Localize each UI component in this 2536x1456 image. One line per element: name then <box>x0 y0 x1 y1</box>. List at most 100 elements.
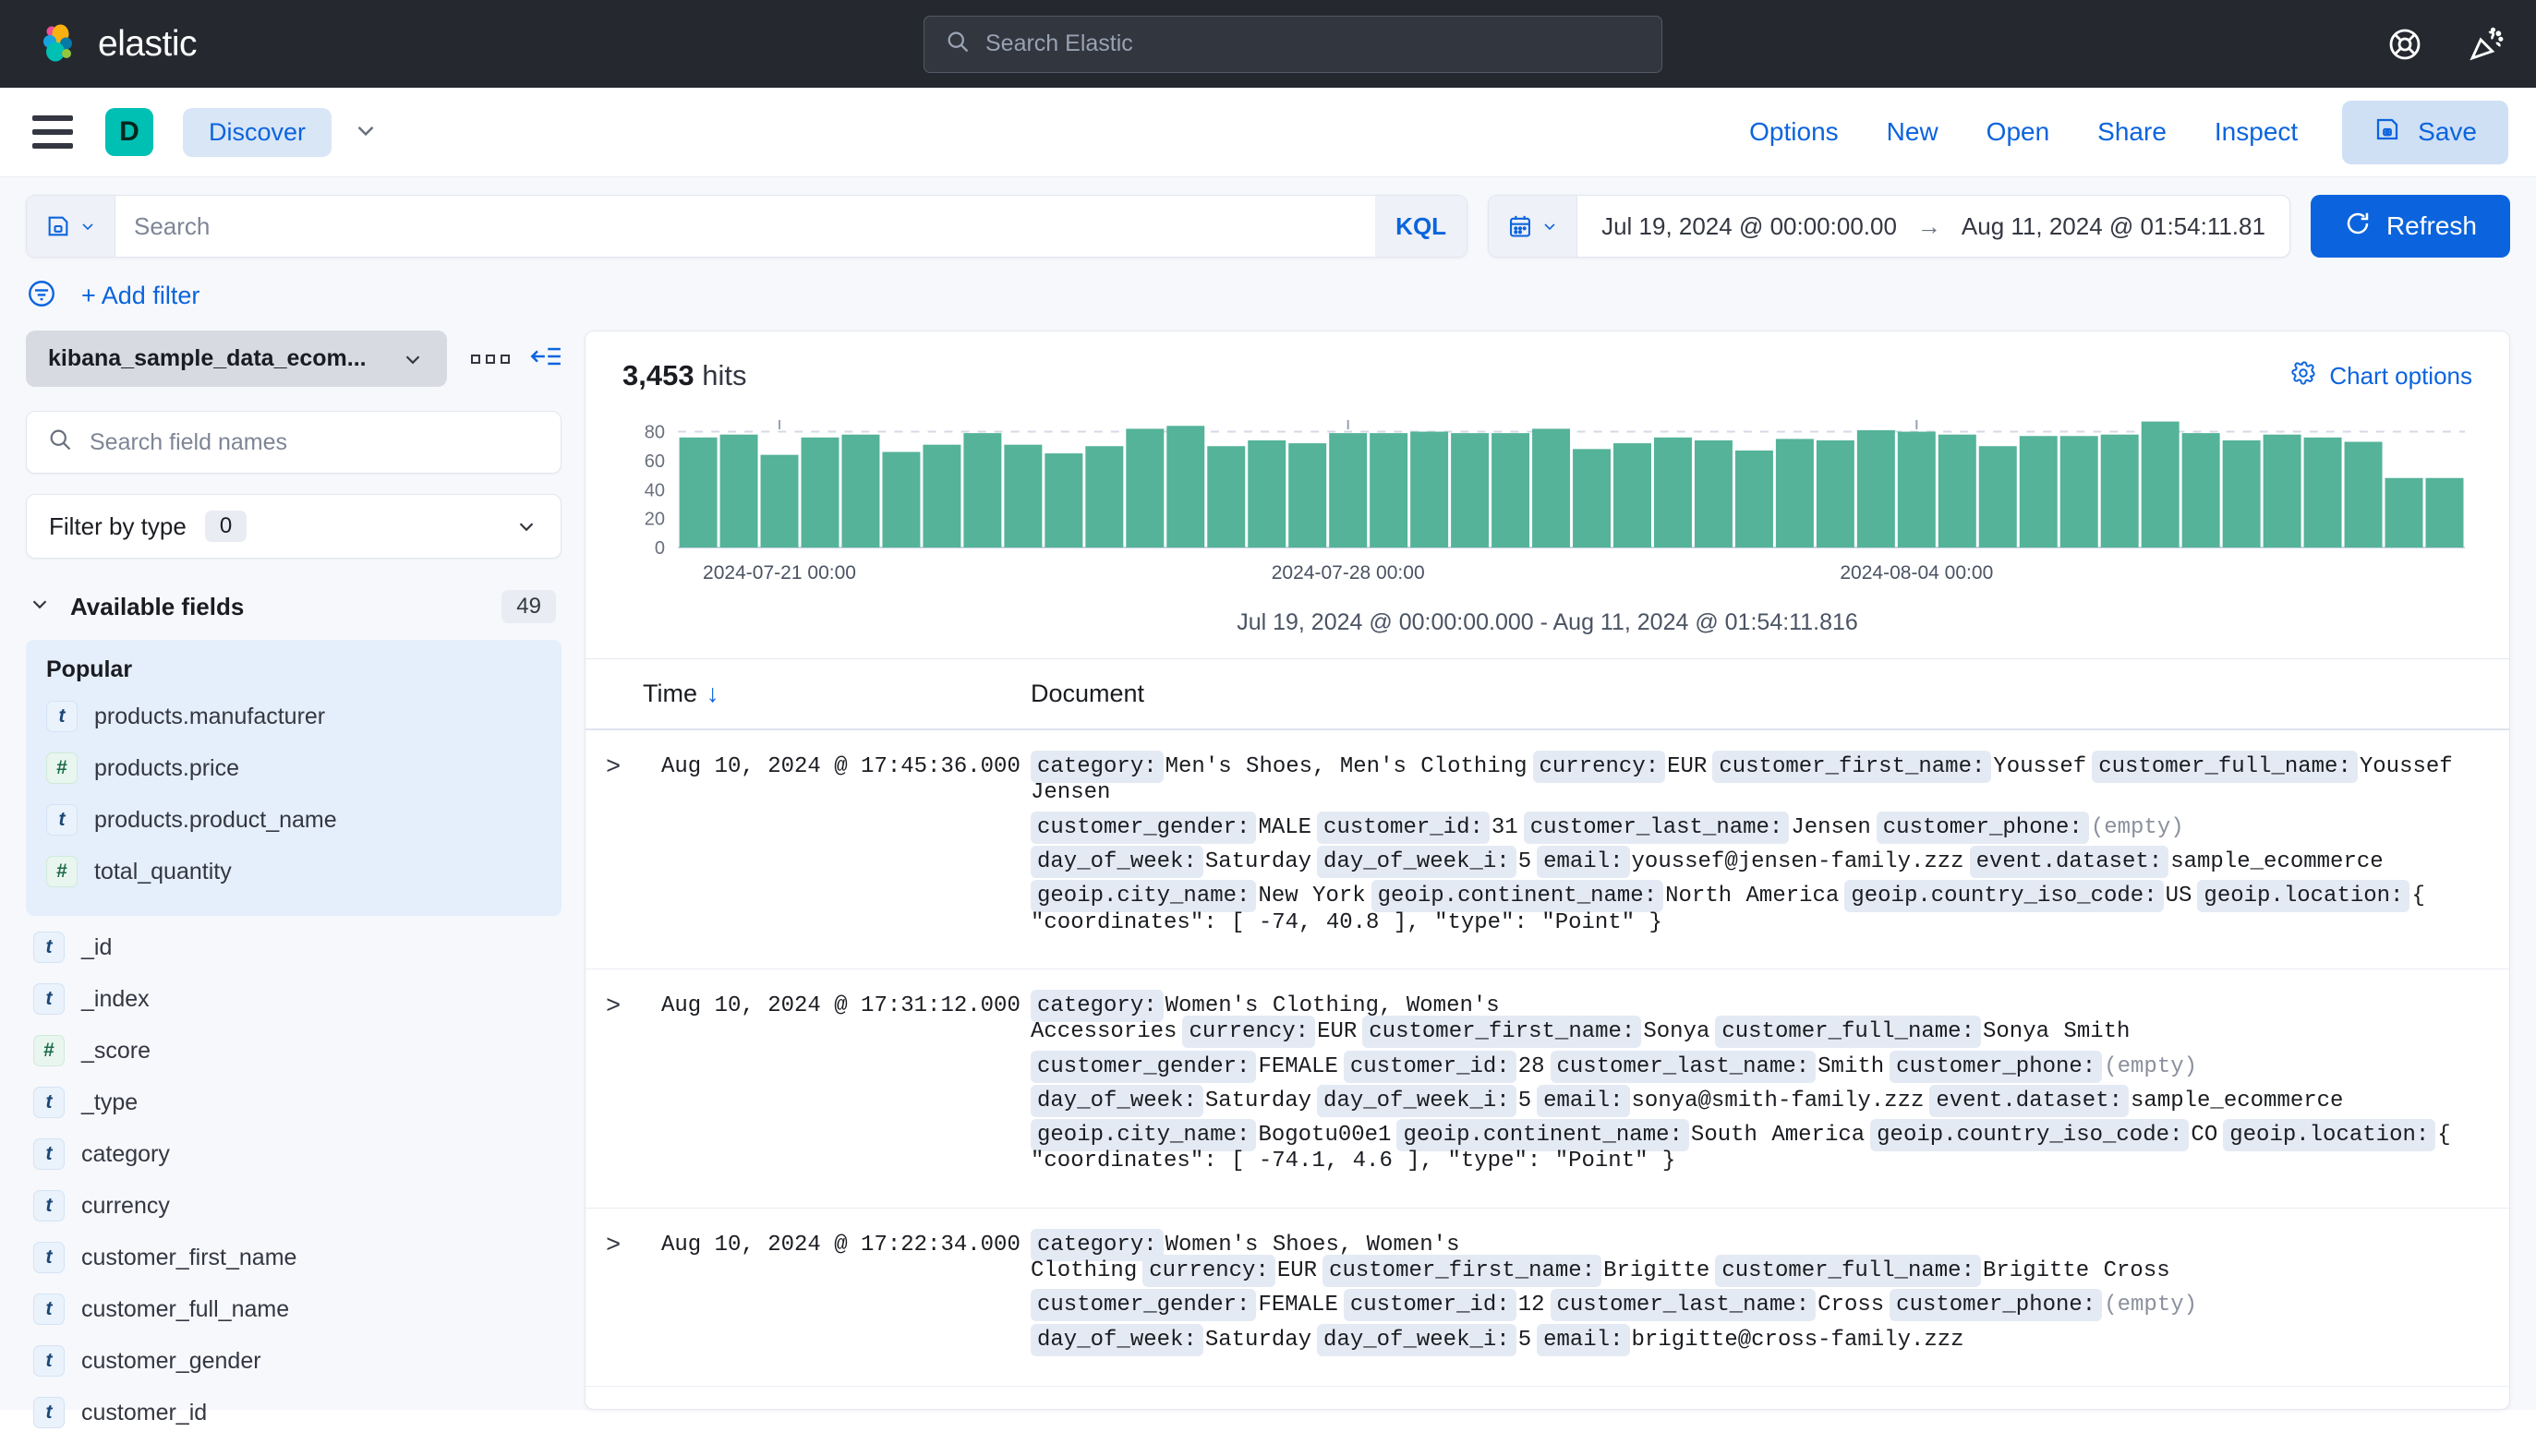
breadcrumb[interactable]: Discover <box>183 107 332 157</box>
histogram-bar[interactable] <box>2100 434 2139 548</box>
inspect-button[interactable]: Inspect <box>2191 117 2322 147</box>
histogram-bar[interactable] <box>1573 449 1612 548</box>
histogram-bar[interactable] <box>2222 439 2261 548</box>
sidebar-field-_score[interactable]: # _score <box>30 1025 558 1077</box>
menu-icon[interactable] <box>32 115 73 149</box>
index-pattern-selector[interactable]: kibana_sample_data_ecom... <box>26 331 447 387</box>
chart-options-button[interactable]: Chart options <box>2290 360 2472 392</box>
sidebar-field-customer_gender[interactable]: t customer_gender <box>30 1335 558 1387</box>
sidebar-field-_id[interactable]: t _id <box>30 921 558 973</box>
histogram-bar[interactable] <box>963 433 1002 548</box>
field-search-input[interactable]: Search field names <box>26 411 562 474</box>
histogram-bar[interactable] <box>1491 433 1530 548</box>
histogram-bar[interactable] <box>719 434 758 548</box>
histogram-chart[interactable]: 0 20 40 60 80 2024-07-21 00:00 2024-07-28 00:0… <box>586 403 2509 596</box>
histogram-bar[interactable] <box>2344 441 2383 548</box>
histogram-bar[interactable] <box>1532 428 1571 548</box>
gear-icon <box>2290 360 2316 392</box>
sidebar-field-customer_id[interactable]: t customer_id <box>30 1387 558 1438</box>
histogram-bar[interactable] <box>2019 436 2058 548</box>
sidebar-field-category[interactable]: t category <box>30 1128 558 1180</box>
brand[interactable]: elastic <box>37 23 198 66</box>
add-filter-button[interactable]: + Add filter <box>81 282 199 310</box>
histogram-bar[interactable] <box>1248 439 1286 548</box>
histogram-bar[interactable] <box>1451 433 1490 548</box>
search-input[interactable]: Search <box>115 196 1375 257</box>
histogram-bar[interactable] <box>679 437 718 548</box>
histogram-bar[interactable] <box>801 437 839 548</box>
histogram-bar[interactable] <box>1207 446 1246 548</box>
histogram-bar[interactable] <box>1166 426 1205 548</box>
histogram-bar[interactable] <box>1004 444 1043 548</box>
sidebar-field-customer_first_name[interactable]: t customer_first_name <box>30 1232 558 1283</box>
expand-row-icon[interactable]: > <box>586 993 621 1021</box>
table-row[interactable]: > Aug 10, 2024 @ 17:22:34.000 category: Wom… <box>586 1209 2509 1387</box>
sidebar-field-products.manufacturer[interactable]: t products.manufacturer <box>42 691 545 742</box>
histogram-bar[interactable] <box>1126 428 1165 548</box>
grid-options-icon[interactable] <box>471 354 510 364</box>
share-button[interactable]: Share <box>2073 117 2191 147</box>
collapse-sidebar-icon[interactable] <box>530 343 562 374</box>
expand-row-icon[interactable]: > <box>586 1233 621 1260</box>
chevron-down-icon[interactable] <box>352 116 380 149</box>
histogram-bar[interactable] <box>1938 434 1976 548</box>
open-button[interactable]: Open <box>1962 117 2074 147</box>
sidebar-field-currency[interactable]: t currency <box>30 1180 558 1232</box>
query-language-button[interactable]: KQL <box>1375 196 1467 257</box>
histogram-bar[interactable] <box>882 451 921 548</box>
histogram-bar[interactable] <box>1816 439 1854 548</box>
histogram-bar[interactable] <box>1775 439 1814 548</box>
histogram-bar[interactable] <box>923 444 961 548</box>
histogram-bar[interactable] <box>1653 437 1692 548</box>
histogram-bar[interactable] <box>841 434 880 548</box>
histogram-bar[interactable] <box>1329 433 1368 548</box>
available-fields-header[interactable]: Available fields 49 <box>26 590 562 623</box>
histogram-bar[interactable] <box>1856 429 1895 548</box>
histogram-bar[interactable] <box>1613 443 1651 548</box>
sidebar-field-_index[interactable]: t _index <box>30 973 558 1025</box>
histogram-bar[interactable] <box>2181 433 2220 548</box>
date-range-text[interactable]: Jul 19, 2024 @ 00:00:00.00 → Aug 11, 202… <box>1577 196 2289 257</box>
table-row[interactable]: > Aug 10, 2024 @ 17:31:12.000 category: Wom… <box>586 969 2509 1209</box>
calendar-button[interactable] <box>1489 196 1578 257</box>
filter-settings-icon[interactable] <box>26 278 57 314</box>
new-button[interactable]: New <box>1863 117 1962 147</box>
popular-label: Popular <box>46 656 133 682</box>
histogram-bar[interactable] <box>2385 477 2423 548</box>
histogram-bar[interactable] <box>1370 433 1408 548</box>
options-button[interactable]: Options <box>1725 117 1863 147</box>
expand-row-icon[interactable]: > <box>586 754 621 782</box>
histogram-bar[interactable] <box>1085 446 1124 548</box>
sidebar-field-products.product_name[interactable]: t products.product_name <box>42 794 545 846</box>
histogram-bar[interactable] <box>2141 421 2180 548</box>
refresh-button[interactable]: Refresh <box>2310 195 2510 258</box>
histogram-bar[interactable] <box>2303 437 2342 548</box>
svg-text:80: 80 <box>645 423 665 443</box>
histogram-bar[interactable] <box>1897 431 1936 548</box>
histogram-bar[interactable] <box>1045 453 1083 548</box>
filter-by-type-button[interactable]: Filter by type 0 <box>26 494 562 559</box>
global-search-input[interactable]: Search Elastic <box>924 15 1662 73</box>
histogram-bar[interactable] <box>1694 439 1733 548</box>
sidebar-field-total_quantity[interactable]: # total_quantity <box>42 846 545 897</box>
histogram-bar[interactable] <box>2425 477 2464 548</box>
histogram-bar[interactable] <box>1288 443 1327 548</box>
histogram-bar[interactable] <box>1410 431 1449 548</box>
save-button[interactable]: Save <box>2342 100 2508 164</box>
saved-query-button[interactable] <box>27 196 115 257</box>
lifebuoy-icon[interactable] <box>2386 26 2423 63</box>
histogram-bar[interactable] <box>760 454 799 548</box>
histogram-bar[interactable] <box>1978 446 2017 548</box>
sidebar-field-_type[interactable]: t _type <box>30 1077 558 1128</box>
table-row[interactable]: > Aug 10, 2024 @ 17:45:36.000 category: Men… <box>586 730 2509 969</box>
sidebar-field-products.price[interactable]: # products.price <box>42 742 545 794</box>
histogram-bar[interactable] <box>1734 450 1773 548</box>
sidebar-field-customer_full_name[interactable]: t customer_full_name <box>30 1283 558 1335</box>
party-popper-icon[interactable] <box>2468 26 2505 63</box>
document-field-key: customer_first_name: <box>1362 1016 1642 1049</box>
field-type-icon: t <box>33 1345 65 1377</box>
app-avatar[interactable]: D <box>105 108 153 156</box>
column-header-time[interactable]: Time ↓ <box>643 680 1031 708</box>
histogram-bar[interactable] <box>2059 436 2098 548</box>
histogram-bar[interactable] <box>2263 434 2301 548</box>
